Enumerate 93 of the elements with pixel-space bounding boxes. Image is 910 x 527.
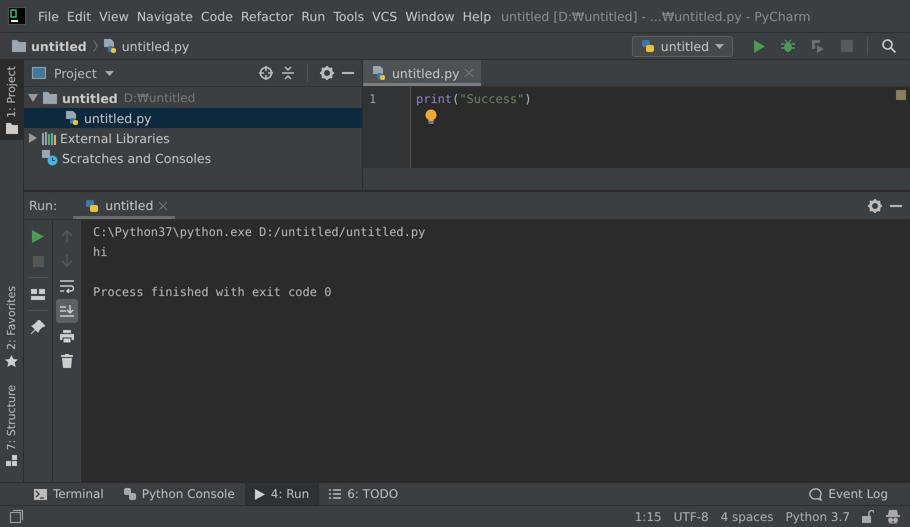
run-label: Run:	[29, 198, 58, 213]
stop-icon	[32, 256, 44, 266]
tool-window-button[interactable]: Python Console	[114, 483, 245, 505]
python-icon	[640, 39, 655, 53]
tool-window-tab[interactable]: 7: Structure	[0, 378, 23, 474]
menu-item[interactable]: Help	[458, 8, 496, 24]
menu-item[interactable]: Tools	[329, 8, 368, 24]
caret-icon[interactable]	[104, 70, 114, 76]
list-icon	[329, 489, 342, 499]
run-configuration-dropdown[interactable]: untitled	[632, 36, 733, 56]
menu-item[interactable]: Refactor	[236, 8, 298, 24]
python-icon	[85, 198, 100, 212]
editor-tab[interactable]: untitled.py	[363, 60, 481, 86]
tree-item-label: Scratches and Consoles	[62, 150, 212, 166]
menu-item[interactable]: VCS	[368, 8, 402, 24]
panel-title[interactable]: Project	[54, 66, 97, 80]
menu-item[interactable]: Edit	[62, 8, 96, 24]
target-icon[interactable]	[259, 66, 273, 80]
star-icon	[5, 354, 18, 367]
scratches-icon	[42, 150, 58, 166]
status-item[interactable]: 4 spaces	[720, 510, 774, 524]
settings-icon[interactable]	[320, 66, 334, 80]
menu-item[interactable]: Code	[196, 8, 237, 24]
tool-window-tab[interactable]: 2: Favorites	[0, 280, 23, 373]
folder-icon	[42, 91, 58, 105]
menu-item[interactable]: View	[95, 8, 133, 24]
status-item[interactable]: Python 3.7	[786, 510, 850, 524]
run-icon	[254, 488, 265, 500]
collapse-icon[interactable]	[281, 66, 295, 80]
tool-window-button[interactable]: 4: Run	[244, 483, 320, 505]
tree-item[interactable]: untitled D:₩untitled	[24, 88, 362, 108]
printer-icon	[60, 330, 74, 342]
bug-icon[interactable]	[781, 39, 795, 53]
structure-icon	[6, 455, 18, 468]
tree-item[interactable]: Scratches and Consoles	[24, 148, 362, 168]
tree-item-label: untitled	[62, 90, 118, 106]
pin-icon	[31, 320, 45, 334]
menu-item[interactable]: Window	[401, 8, 459, 24]
expanded-arrow-icon[interactable]	[28, 93, 38, 103]
lock-icon[interactable]	[862, 510, 874, 523]
search-icon[interactable]	[882, 39, 896, 53]
console-line: Process finished with exit code 0	[93, 284, 332, 301]
run-icon[interactable]	[753, 40, 765, 52]
tree-item[interactable]: untitled.py	[24, 108, 362, 128]
tool-window-button[interactable]: 6: TODO	[319, 483, 408, 505]
project-view-icon	[32, 67, 46, 79]
terminal-icon	[34, 488, 47, 500]
tool-window-tab[interactable]: 1: Project	[0, 60, 23, 140]
tree-item-label: External Libraries	[60, 130, 170, 146]
status-item[interactable]: 1:15	[634, 510, 662, 524]
up-arrow-icon	[61, 229, 73, 243]
event-log-button[interactable]: Event Log	[799, 483, 898, 505]
menu-item[interactable]: File	[34, 8, 63, 24]
tool-window-button[interactable]: Terminal	[24, 483, 114, 505]
code-line: print("Success")	[416, 91, 532, 108]
library-icon	[42, 132, 56, 144]
close-icon[interactable]	[159, 202, 168, 210]
tree-item-label: untitled.py	[84, 110, 152, 126]
tree-item[interactable]: External Libraries	[24, 128, 362, 148]
app-logo-icon	[9, 8, 25, 24]
python-icon	[124, 488, 136, 500]
play-icon	[32, 230, 44, 242]
collapsed-arrow-icon[interactable]	[28, 133, 38, 143]
folder-path: D:₩untitled	[124, 91, 196, 105]
minimize-icon[interactable]	[890, 204, 902, 206]
console-line: C:\Python37\python.exe D:/untitled/untitled.py	[93, 224, 426, 241]
speech-bubble-icon	[809, 488, 822, 500]
lightbulb-icon[interactable]	[425, 109, 437, 125]
caret-icon	[715, 44, 724, 48]
breadcrumb[interactable]: untitled.py	[122, 38, 190, 54]
folder-icon	[6, 122, 18, 134]
breadcrumb[interactable]: untitled	[31, 38, 87, 54]
status-item[interactable]: UTF-8	[674, 510, 709, 524]
layout-icon	[31, 288, 45, 300]
trash-icon	[61, 354, 73, 368]
run-tab[interactable]: untitled	[73, 192, 176, 219]
window-title: untitled [D:₩untitled] - ...₩untitled.py - PyCharm	[501, 8, 811, 24]
settings-icon[interactable]	[868, 198, 882, 212]
scroll-end-button[interactable]	[56, 299, 78, 323]
soft-wrap-icon	[60, 280, 74, 292]
scroll-to-end-icon	[60, 304, 74, 318]
menu-item[interactable]: Run	[297, 8, 330, 24]
toggle-panels-icon[interactable]	[10, 510, 23, 523]
python-file-icon	[371, 65, 387, 81]
down-arrow-icon	[61, 254, 73, 268]
console-line: hi	[93, 244, 108, 261]
line-number: 1	[369, 91, 378, 108]
python-file-icon	[102, 38, 118, 54]
inspector-icon[interactable]	[886, 510, 900, 524]
folder-icon	[11, 39, 27, 53]
python-file-icon	[64, 110, 80, 126]
chevron-icon	[92, 40, 98, 52]
menu-item[interactable]: Navigate	[132, 8, 197, 24]
